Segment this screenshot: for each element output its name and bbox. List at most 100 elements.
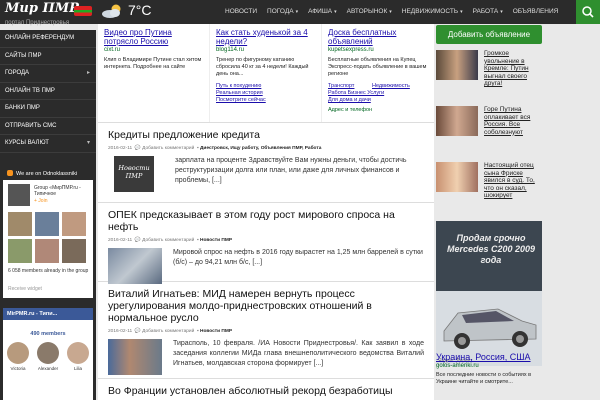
vk-widget: MirPMR.ru - Типи... 490 members Victoria… (3, 308, 93, 400)
article-categories[interactable]: Новости ПМР (200, 329, 232, 334)
article-title[interactable]: Во Франции установлен абсолютный рекорд … (108, 385, 424, 397)
news-teaser[interactable]: Настоящий отец сына Фриске явился в суд.… (436, 162, 542, 212)
main-content: Видео про Путина потрясло Россию cixt.ru… (98, 24, 434, 400)
sidebar-item-5[interactable]: БАНКИ ПМР (0, 100, 96, 118)
news-teaser[interactable]: Горе Путина оплакивает вся Россия. Все с… (436, 106, 542, 142)
car-ad-text: Продам срочно Mercedes C200 2009 года (446, 233, 536, 265)
vk-member[interactable]: Alexander (37, 342, 59, 371)
article-thumbnail[interactable] (108, 339, 162, 375)
vk-member[interactable]: Victoria (7, 342, 29, 371)
vk-member-list: Victoria Alexander Lilia (3, 342, 93, 371)
news-teaser-text: Горе Путина оплакивает вся Россия. Все с… (484, 106, 531, 136)
avatar[interactable] (35, 212, 59, 236)
avatar[interactable] (62, 239, 86, 263)
article-body: Тирасполь, 10 февраля. /ИА Новости Придн… (108, 339, 424, 375)
sidebar-item-7[interactable]: КУРСЫ ВАЛЮТ ▾ (0, 135, 96, 153)
avatar[interactable] (62, 212, 86, 236)
ad-sitelink[interactable]: Для дома и дачи (328, 97, 430, 104)
sidebar-item-6[interactable]: ОТПРАВИТЬ СМС (0, 118, 96, 135)
nav-item-3[interactable]: АФИША ▾ (303, 0, 342, 24)
ad-sitelink[interactable]: Посмотрите сейчас (216, 97, 317, 104)
avatar (67, 342, 89, 364)
ad-sitelink[interactable]: Реальная история (216, 90, 317, 97)
add-listing-button[interactable]: Добавить объявление (436, 25, 542, 44)
ad-domain[interactable]: cixt.ru (104, 47, 205, 53)
ad-text: Все последние новости о событиях в Украи… (436, 372, 532, 385)
article-categories[interactable]: Диестровск, Ищу работу, Объявления ПМР, … (200, 146, 321, 151)
ad-title[interactable]: Украина, Россия, США (436, 352, 542, 362)
member-count: 6 058 members already in the group (8, 268, 89, 274)
ad-domain[interactable]: blog114.ru (216, 47, 317, 53)
cloudy-sun-icon (102, 4, 121, 18)
article: Кредиты предложение кредита 2016-02-11 💬… (98, 123, 434, 203)
ad-text: Клип о Владимире Путине стал хитом интер… (104, 57, 202, 70)
chevron-icon: ▸ (86, 70, 90, 76)
avatar[interactable] (8, 239, 32, 263)
article-meta: 2016-02-11 💬 Добавить комментарий ▪ Диес… (108, 146, 322, 151)
ad-domain[interactable]: golos-ameriki.ru (436, 363, 542, 369)
article-thumbnail[interactable]: Новости ПМР (114, 156, 154, 192)
avatar[interactable] (8, 212, 32, 236)
group-avatar[interactable] (8, 184, 30, 206)
search-icon (582, 6, 594, 18)
car-ad-banner[interactable]: Продам срочно Mercedes C200 2009 года Ян… (436, 221, 542, 366)
ad-sitelink[interactable]: Недвижимость (372, 83, 410, 90)
sidebar-item-3[interactable]: ГОРОДА ▸ (0, 65, 96, 83)
receive-widget-link[interactable]: Receive widget (8, 286, 42, 292)
sidebar-item-1[interactable]: ОНЛАЙН РЕФЕРЕНДУМ (0, 30, 96, 48)
article-date: 2016-02-11 (108, 146, 133, 151)
ad-sitelink[interactable]: Путь к похудению (216, 83, 317, 90)
ad-unit: Видео про Путина потрясло Россию cixt.ru… (98, 24, 210, 122)
article-title[interactable]: Кредиты предложение кредита (108, 129, 424, 141)
page-background-strip (544, 24, 600, 400)
site-logo[interactable]: Мир ПМР (5, 1, 79, 16)
comment-link[interactable]: Добавить комментарий (142, 329, 194, 334)
news-teaser-text: Громкое увольнение в Кремле: Путин выгна… (484, 50, 529, 87)
news-teaser-text: Настоящий отец сына Фриске явился в суд.… (484, 162, 535, 199)
chevron-down-icon: ▾ (460, 9, 463, 15)
article-excerpt: Мировой спрос на нефть в 2016 году вырас… (173, 249, 423, 266)
nav-item-6[interactable]: РАБОТА ▾ (468, 0, 508, 24)
search-button[interactable] (576, 0, 600, 24)
ad-title[interactable]: Доска бесплатных объявлений (328, 28, 430, 46)
vk-widget-header[interactable]: MirPMR.ru - Типи... (3, 308, 93, 320)
odnoklassniki-icon (7, 170, 13, 176)
news-teaser[interactable]: Громкое увольнение в Кремле: Путин выгна… (436, 50, 542, 87)
avatar[interactable] (35, 239, 59, 263)
comment-link[interactable]: Добавить комментарий (142, 146, 194, 151)
news-thumbnail (436, 162, 478, 192)
sidebar-item-4[interactable]: ОНЛАЙН ТВ ПМР (0, 83, 96, 100)
nav-item-7[interactable]: ОБЪЯВЛЕНИЯ (508, 0, 564, 24)
article-categories[interactable]: Новости ПМР (200, 238, 232, 243)
comment-link[interactable]: Добавить комментарий (142, 238, 194, 243)
avatar (7, 342, 29, 364)
nav-item-2[interactable]: ПОГОДА ▾ (262, 0, 303, 24)
avatar (37, 342, 59, 364)
sidebar-item-2[interactable]: САЙТЫ ПМР (0, 48, 96, 65)
article-title[interactable]: Виталий Игнатьев: МИД намерен вернуть пр… (108, 288, 424, 324)
ad-text: Тренер по фигурному катанию сбросила 40 … (216, 57, 309, 77)
ad-unit: Доска бесплатных объявлений kupetsexpres… (322, 24, 434, 122)
ad-unit: Как стать худенькой за 4 недели? blog114… (210, 24, 322, 122)
nav-item-4[interactable]: АВТОРЫНОК ▾ (342, 0, 397, 24)
ad-title[interactable]: Как стать худенькой за 4 недели? (216, 28, 317, 46)
vk-member-count: 490 members (30, 331, 66, 337)
nav-item-1[interactable]: НОВОСТИ (220, 0, 262, 24)
group-name[interactable]: Group «МирПМР.ru - Типичное (34, 185, 90, 197)
chevron-down-icon: ▾ (334, 9, 337, 15)
article-thumbnail[interactable] (108, 248, 162, 284)
ad-domain[interactable]: kupetsexpress.ru (328, 47, 430, 53)
article-title[interactable]: ОПЕК предсказывает в этом году рост миро… (108, 209, 424, 233)
vk-member[interactable]: Lilia (67, 342, 89, 371)
article-date: 2016-02-11 (108, 329, 133, 334)
ad-sitelink[interactable]: Работа Бизнес Услуги (328, 90, 430, 97)
site-subtitle: портал Приднестровья (5, 20, 70, 26)
text-ad: Украина, Россия, США golos-ameriki.ru Вс… (436, 352, 542, 386)
ok-widget-header: We are on Odnoklassniki (3, 168, 93, 180)
join-button[interactable]: + Join (34, 198, 47, 204)
nav-item-5[interactable]: НЕДВИЖИМОСТЬ ▾ (397, 0, 468, 24)
odnoklassniki-widget: We are on Odnoklassniki Group «МирПМР.ru… (3, 168, 93, 298)
ad-title[interactable]: Видео про Путина потрясло Россию (104, 28, 205, 46)
article-body: Новости ПМР зарплата на проценте Здравст… (108, 156, 424, 192)
ad-contacts[interactable]: Адрес и телефон (328, 107, 430, 113)
